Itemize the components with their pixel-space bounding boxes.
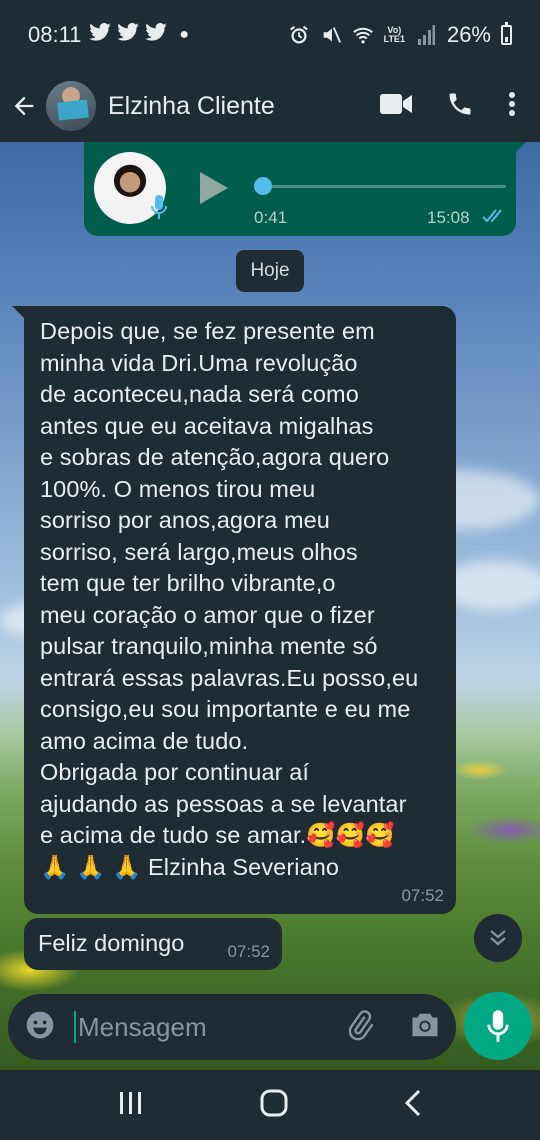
- attach-button[interactable]: [344, 1009, 376, 1046]
- system-back-button[interactable]: [403, 1089, 423, 1122]
- back-button[interactable]: [2, 76, 46, 136]
- status-bar: 08:11 ● Vo) LTE1 26%: [0, 0, 540, 70]
- system-nav-bar: [0, 1070, 540, 1140]
- status-icons: Vo) LTE1 26%: [288, 22, 512, 48]
- video-call-button[interactable]: [380, 93, 412, 120]
- message-composer: [8, 994, 456, 1060]
- battery-icon: [501, 22, 512, 45]
- double-chevron-down-icon: [490, 930, 506, 946]
- microphone-icon: [150, 194, 168, 225]
- play-button[interactable]: [198, 170, 230, 211]
- incoming-message[interactable]: Depois que, se fez presente em minha vid…: [12, 306, 456, 914]
- contact-avatar[interactable]: [46, 81, 96, 131]
- read-receipt-icon: [482, 208, 508, 229]
- battery-percent: 26%: [446, 22, 491, 47]
- voice-duration: 0:41: [254, 208, 288, 227]
- notification-dot-icon: ●: [179, 26, 190, 43]
- arrow-left-icon: [14, 96, 34, 116]
- signal-icon: [415, 24, 437, 46]
- paperclip-icon: [348, 1009, 374, 1040]
- message-time: 07:52: [227, 942, 270, 961]
- wifi-icon: [352, 24, 374, 46]
- audio-progress-track[interactable]: [260, 185, 506, 188]
- date-divider: Hoje: [236, 250, 304, 292]
- video-camera-icon: [380, 93, 412, 114]
- recent-apps-button[interactable]: [117, 1090, 145, 1121]
- scroll-to-bottom-button[interactable]: [474, 914, 522, 962]
- message-text: Feliz domingo: [38, 930, 185, 956]
- mute-icon: [320, 24, 342, 46]
- volte-icon: Vo) LTE1: [383, 25, 405, 44]
- voice-message-bubble[interactable]: 0:41 15:08: [84, 142, 526, 236]
- message-text: Depois que, se fez presente em minha vid…: [40, 318, 419, 880]
- record-voice-button[interactable]: [464, 992, 532, 1060]
- play-icon: [200, 172, 228, 204]
- more-options-button[interactable]: [508, 91, 516, 122]
- home-button[interactable]: [259, 1088, 289, 1123]
- voice-call-button[interactable]: [446, 90, 474, 123]
- phone-icon: [449, 93, 471, 114]
- emoji-button[interactable]: [24, 1009, 56, 1046]
- more-vert-icon: [509, 91, 515, 116]
- alarm-icon: [288, 24, 310, 46]
- chevron-left-icon: [404, 1089, 421, 1116]
- message-time: 15:08: [427, 208, 470, 227]
- twitter-icon: [89, 22, 112, 47]
- status-time: 08:11: [28, 22, 82, 47]
- contact-name[interactable]: Elzinha Cliente: [108, 92, 275, 121]
- twitter-icon: [117, 22, 140, 47]
- text-caret: [74, 1011, 76, 1043]
- microphone-icon: [487, 1010, 509, 1042]
- recent-apps-icon: [120, 1091, 141, 1114]
- message-input[interactable]: [78, 1011, 308, 1043]
- incoming-message[interactable]: Feliz domingo 07:52: [24, 918, 282, 970]
- twitter-icon: [145, 22, 168, 47]
- audio-seek-handle[interactable]: [254, 177, 272, 195]
- home-icon: [260, 1089, 288, 1116]
- camera-button[interactable]: [410, 1011, 440, 1044]
- message-time: 07:52: [401, 886, 444, 905]
- emoji-icon: [26, 1011, 54, 1038]
- camera-icon: [412, 1013, 438, 1036]
- chat-header: Elzinha Cliente: [0, 70, 540, 142]
